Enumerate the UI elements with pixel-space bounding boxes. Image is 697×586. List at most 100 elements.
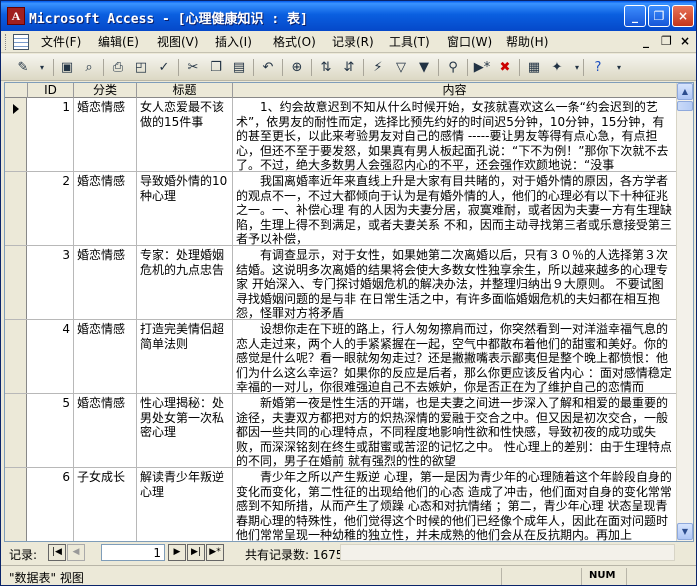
cell-category[interactable]: 婚恋情感 — [74, 172, 137, 245]
column-header-category[interactable]: 分类 — [74, 83, 137, 98]
cell-id[interactable]: 6 — [28, 468, 74, 541]
cut-icon[interactable]: ✂ — [183, 58, 203, 77]
minimize-button[interactable]: _ — [624, 5, 646, 27]
sort-descending-icon[interactable]: ⇵ — [339, 58, 359, 77]
delete-record-icon[interactable]: ✖ — [495, 58, 515, 77]
database-window-icon[interactable]: ▦ — [524, 58, 544, 77]
print-preview-icon[interactable]: ◰ — [131, 58, 151, 77]
cell-id[interactable]: 1 — [28, 98, 74, 171]
close-button[interactable]: × — [672, 5, 694, 27]
cell-id[interactable]: 5 — [28, 394, 74, 467]
save-icon[interactable]: ▣ — [57, 58, 77, 77]
dropdown-arrow-icon[interactable]: ▾ — [567, 58, 587, 77]
menu-view[interactable]: 视图(V) — [157, 34, 199, 50]
cell-content[interactable]: 设想你走在下班的路上，行人匆匆擦肩而过，你突然看到一对洋溢幸福气息的恋人走过来，… — [233, 320, 677, 393]
cell-id[interactable]: 2 — [28, 172, 74, 245]
cell-content[interactable]: 我国离婚率近年来直线上升是大家有目共睹的，对于婚外情的原因，各方学者的观点不一，… — [233, 172, 677, 245]
doc-minimize-button[interactable]: _ — [643, 34, 649, 48]
next-record-button[interactable]: ▶ — [168, 544, 186, 561]
horizontal-scrollbar[interactable] — [340, 544, 675, 561]
doc-close-button[interactable]: × — [680, 34, 690, 48]
design-view-icon[interactable]: ✎ — [13, 58, 33, 77]
cell-title[interactable]: 导致婚外情的10种心理 — [137, 172, 233, 245]
first-record-button[interactable]: |◀ — [48, 544, 66, 561]
table-row[interactable]: 2 婚恋情感 导致婚外情的10种心理 我国离婚率近年来直线上升是大家有目共睹的，… — [5, 172, 677, 246]
access-window: A Microsoft Access - [心理健康知识 : 表] _ ❐ × … — [0, 0, 697, 586]
menu-edit[interactable]: 编辑(E) — [98, 34, 139, 50]
record-selector[interactable] — [5, 98, 27, 171]
cell-title[interactable]: 女人恋爱最不该做的15件事 — [137, 98, 233, 171]
find-icon[interactable]: ⚲ — [443, 58, 463, 77]
cell-content[interactable]: 1、约会故意迟到不知从什么时候开始，女孩就喜欢这么一条“约会迟到的艺术”，依男友… — [233, 98, 677, 171]
table-row[interactable]: 4 婚恋情感 打造完美情侣超简单法则 设想你走在下班的路上，行人匆匆擦肩而过，你… — [5, 320, 677, 394]
sort-ascending-icon[interactable]: ⇅ — [316, 58, 336, 77]
menu-format[interactable]: 格式(O) — [273, 34, 316, 50]
scroll-up-button[interactable]: ▲ — [677, 83, 693, 100]
current-record-input[interactable] — [101, 544, 165, 561]
undo-icon[interactable]: ↶ — [258, 58, 278, 77]
menu-grip[interactable] — [5, 34, 8, 50]
spelling-icon[interactable]: ✓ — [154, 58, 174, 77]
record-selector[interactable] — [5, 394, 27, 467]
cell-title[interactable]: 性心理揭秘：处男处女第一次私密心理 — [137, 394, 233, 467]
cell-category[interactable]: 婚恋情感 — [74, 98, 137, 171]
menu-help[interactable]: 帮助(H) — [506, 34, 548, 50]
cell-content[interactable]: 青少年之所以产生叛逆 心理，第一是因为青少年的心理随着这个年龄段自身的变化而变化… — [233, 468, 677, 541]
menu-tools[interactable]: 工具(T) — [389, 34, 430, 50]
table-row[interactable]: 6 子女成长 解读青少年叛逆心理 青少年之所以产生叛逆 心理，第一是因为青少年的… — [5, 468, 677, 541]
restore-button[interactable]: ❐ — [648, 5, 670, 27]
new-record-icon[interactable]: ▶* — [472, 58, 492, 77]
table-row[interactable]: 5 婚恋情感 性心理揭秘：处男处女第一次私密心理 新婚第一夜是性生活的开端，也是… — [5, 394, 677, 468]
vertical-scrollbar[interactable]: ▲ ▼ — [676, 83, 693, 541]
cell-category[interactable]: 婚恋情感 — [74, 394, 137, 467]
help-icon[interactable]: ? — [588, 58, 608, 77]
apply-filter-icon[interactable]: ▼ — [414, 58, 434, 77]
table-row[interactable]: 1 婚恋情感 女人恋爱最不该做的15件事 1、约会故意迟到不知从什么时候开始，女… — [5, 98, 677, 172]
last-record-button[interactable]: ▶| — [187, 544, 205, 561]
column-header-content[interactable]: 内容 — [233, 83, 677, 98]
select-all-corner[interactable] — [5, 83, 28, 98]
scroll-thumb[interactable] — [677, 101, 693, 111]
column-header-title[interactable]: 标题 — [137, 83, 233, 98]
column-header-id[interactable]: ID — [28, 83, 74, 98]
menu-window[interactable]: 窗口(W) — [447, 34, 492, 50]
new-record-nav-button[interactable]: ▶* — [206, 544, 224, 561]
paste-icon[interactable]: ▤ — [229, 58, 249, 77]
table-document-icon[interactable] — [13, 34, 29, 50]
filter-by-form-icon[interactable]: ▽ — [391, 58, 411, 77]
dropdown-arrow-icon[interactable]: ▾ — [32, 58, 52, 77]
doc-restore-button[interactable]: ❐ — [661, 34, 672, 48]
cell-title[interactable]: 打造完美情侣超简单法则 — [137, 320, 233, 393]
cell-category[interactable]: 婚恋情感 — [74, 320, 137, 393]
cell-title[interactable]: 专家：处理婚姻危机的九点忠告 — [137, 246, 233, 319]
menu-insert[interactable]: 插入(I) — [215, 34, 252, 50]
table-row[interactable]: 3 婚恋情感 专家：处理婚姻危机的九点忠告 有调查显示，对于女性，如果她第二次离… — [5, 246, 677, 320]
search-database-icon[interactable]: ⌕ — [79, 58, 99, 77]
hyperlink-icon[interactable]: ⊕ — [287, 58, 307, 77]
copy-icon[interactable]: ❐ — [206, 58, 226, 77]
record-selector[interactable] — [5, 320, 27, 393]
status-bar: "数据表" 视图 NUM — [1, 565, 696, 585]
previous-record-button[interactable]: ◀ — [67, 544, 85, 561]
current-record-icon — [13, 104, 19, 114]
toolbar-options-icon[interactable]: ▾ — [609, 58, 629, 77]
print-icon[interactable]: ⎙ — [108, 58, 128, 77]
cell-id[interactable]: 4 — [28, 320, 74, 393]
cell-content[interactable]: 新婚第一夜是性生活的开端，也是夫妻之间进一步深入了解和相爱的最重要的途径，夫妻双… — [233, 394, 677, 467]
menu-file[interactable]: 文件(F) — [41, 34, 81, 50]
toolbar-separator — [583, 59, 584, 76]
cell-category[interactable]: 子女成长 — [74, 468, 137, 541]
access-app-icon[interactable]: A — [7, 7, 25, 25]
cell-category[interactable]: 婚恋情感 — [74, 246, 137, 319]
menu-records[interactable]: 记录(R) — [332, 34, 374, 50]
filter-by-selection-icon[interactable]: ⚡ — [368, 58, 388, 77]
cell-content[interactable]: 有调查显示，对于女性，如果她第二次离婚以后，只有３０％的人选择第３次结婚。这说明… — [233, 246, 677, 319]
record-selector[interactable] — [5, 172, 27, 245]
column-header-row: ID 分类 标题 内容 — [5, 83, 677, 98]
cell-id[interactable]: 3 — [28, 246, 74, 319]
record-selector[interactable] — [5, 468, 27, 541]
record-selector[interactable] — [5, 246, 27, 319]
new-object-icon[interactable]: ✦ — [547, 58, 567, 77]
scroll-down-button[interactable]: ▼ — [677, 523, 693, 540]
cell-title[interactable]: 解读青少年叛逆心理 — [137, 468, 233, 541]
